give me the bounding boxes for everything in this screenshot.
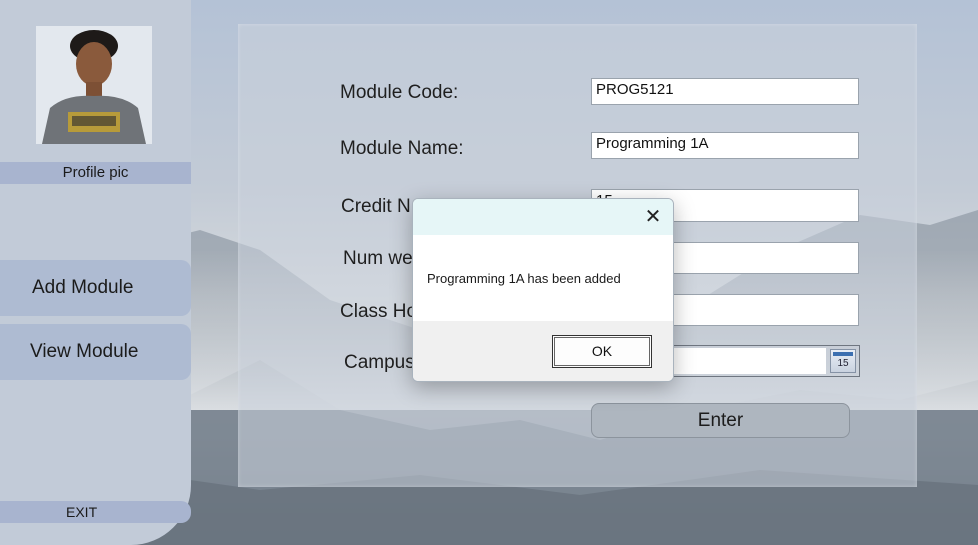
class-hours-label: Class Ho (340, 301, 418, 322)
enter-button[interactable]: Enter (591, 403, 850, 438)
module-name-field[interactable]: Programming 1A (591, 132, 859, 159)
profile-pic-label: Profile pic (0, 162, 191, 184)
close-icon[interactable]: ✕ (639, 203, 667, 231)
view-module-label: View Module (30, 341, 139, 362)
exit-button[interactable]: EXIT (0, 501, 191, 523)
module-name-label: Module Name: (340, 138, 464, 159)
dialog-message: Programming 1A has been added (427, 271, 621, 286)
add-module-button[interactable]: Add Module (0, 260, 191, 316)
credit-number-label: Credit N (341, 196, 411, 217)
calendar-icon[interactable]: 15 (830, 349, 856, 373)
view-module-button[interactable]: View Module (0, 324, 191, 380)
module-code-label: Module Code: (340, 82, 459, 103)
campus-date-label: Campus (344, 352, 415, 373)
add-module-label: Add Module (32, 277, 134, 298)
exit-label: EXIT (66, 504, 98, 520)
sidebar: Profile pic Add Module View Module EXIT (0, 0, 191, 545)
message-dialog: ✕ Programming 1A has been added OK (412, 198, 674, 382)
ok-button[interactable]: OK (552, 335, 652, 368)
dialog-title-bar (413, 199, 673, 235)
module-code-field[interactable]: PROG5121 (591, 78, 859, 105)
num-weeks-label: Num we (343, 248, 413, 269)
profile-avatar (36, 26, 152, 144)
